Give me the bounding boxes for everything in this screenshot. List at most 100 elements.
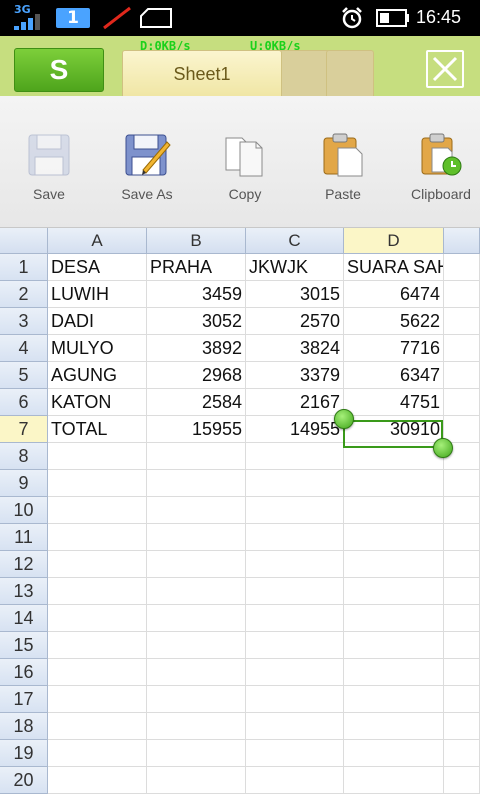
cell[interactable]: LUWIH <box>48 281 147 308</box>
cell[interactable] <box>48 551 147 578</box>
cell[interactable] <box>147 740 246 767</box>
cell[interactable] <box>344 686 444 713</box>
cell[interactable] <box>344 578 444 605</box>
row-header[interactable]: 8 <box>0 443 48 470</box>
cell[interactable]: DADI <box>48 308 147 335</box>
row-header[interactable]: 4 <box>0 335 48 362</box>
cell[interactable] <box>444 713 480 740</box>
row-header[interactable]: 12 <box>0 551 48 578</box>
cell[interactable] <box>48 659 147 686</box>
cell[interactable]: 5622 <box>344 308 444 335</box>
cell[interactable] <box>444 578 480 605</box>
cell[interactable] <box>444 659 480 686</box>
cell[interactable] <box>344 767 444 794</box>
cell[interactable]: 3459 <box>147 281 246 308</box>
cell[interactable]: PRAHA <box>147 254 246 281</box>
cell[interactable] <box>444 389 480 416</box>
cell[interactable] <box>48 443 147 470</box>
row-header[interactable]: 9 <box>0 470 48 497</box>
cell[interactable]: 3892 <box>147 335 246 362</box>
copy-button[interactable]: Copy <box>200 132 290 212</box>
cell[interactable] <box>444 416 480 443</box>
cell[interactable] <box>246 443 344 470</box>
cell[interactable] <box>147 713 246 740</box>
cell[interactable] <box>344 713 444 740</box>
cell[interactable] <box>246 740 344 767</box>
row-header[interactable]: 10 <box>0 497 48 524</box>
selection-start-handle[interactable] <box>334 409 354 429</box>
cell[interactable] <box>48 524 147 551</box>
selection-end-handle[interactable] <box>433 438 453 458</box>
cell[interactable] <box>246 524 344 551</box>
cell[interactable] <box>48 605 147 632</box>
cell[interactable] <box>444 524 480 551</box>
row-header[interactable]: 18 <box>0 713 48 740</box>
cell[interactable] <box>48 767 147 794</box>
column-header-c[interactable]: C <box>246 228 344 254</box>
tab-placeholder[interactable] <box>278 50 330 96</box>
cell[interactable] <box>444 281 480 308</box>
cell[interactable] <box>48 632 147 659</box>
cell[interactable] <box>344 497 444 524</box>
cell[interactable]: 6474 <box>344 281 444 308</box>
cell[interactable] <box>344 740 444 767</box>
cell[interactable]: AGUNG <box>48 362 147 389</box>
cell[interactable] <box>344 659 444 686</box>
cell[interactable] <box>147 767 246 794</box>
cell[interactable] <box>246 767 344 794</box>
cell[interactable] <box>246 713 344 740</box>
cell[interactable] <box>444 470 480 497</box>
cell[interactable] <box>246 686 344 713</box>
cell[interactable] <box>147 659 246 686</box>
cell[interactable]: 15955 <box>147 416 246 443</box>
cell[interactable] <box>147 578 246 605</box>
cell[interactable]: 3052 <box>147 308 246 335</box>
row-header[interactable]: 20 <box>0 767 48 794</box>
cell[interactable]: 3379 <box>246 362 344 389</box>
cell[interactable] <box>444 632 480 659</box>
row-header[interactable]: 2 <box>0 281 48 308</box>
tab-sheet1[interactable]: Sheet1 <box>122 50 282 96</box>
cell[interactable]: MULYO <box>48 335 147 362</box>
row-header[interactable]: 16 <box>0 659 48 686</box>
cell[interactable] <box>444 686 480 713</box>
cell[interactable]: DESA <box>48 254 147 281</box>
row-header[interactable]: 7 <box>0 416 48 443</box>
row-header[interactable]: 15 <box>0 632 48 659</box>
row-header[interactable]: 14 <box>0 605 48 632</box>
cell[interactable] <box>246 632 344 659</box>
clipboard-button[interactable]: Clipboard <box>396 132 480 212</box>
cell[interactable]: 14955 <box>246 416 344 443</box>
row-header[interactable]: 1 <box>0 254 48 281</box>
cell[interactable]: 2968 <box>147 362 246 389</box>
row-header[interactable]: 11 <box>0 524 48 551</box>
cell[interactable] <box>48 713 147 740</box>
cell[interactable] <box>48 686 147 713</box>
cell[interactable] <box>147 443 246 470</box>
spreadsheet-grid[interactable]: A B C D 1 DESA PRAHA JKWJK SUARA SAH 2 LUWIH 3459 30… <box>0 228 480 800</box>
select-all-corner[interactable] <box>0 228 48 254</box>
column-header-b[interactable]: B <box>147 228 246 254</box>
cell[interactable] <box>147 686 246 713</box>
cell[interactable] <box>246 578 344 605</box>
cell[interactable] <box>444 254 480 281</box>
row-header[interactable]: 13 <box>0 578 48 605</box>
cell[interactable]: 4751 <box>344 389 444 416</box>
column-header-a[interactable]: A <box>48 228 147 254</box>
cell[interactable] <box>344 551 444 578</box>
cell[interactable] <box>444 497 480 524</box>
cell[interactable]: 6347 <box>344 362 444 389</box>
cell[interactable] <box>147 470 246 497</box>
cell[interactable] <box>246 605 344 632</box>
row-header[interactable]: 6 <box>0 389 48 416</box>
row-header[interactable]: 5 <box>0 362 48 389</box>
cell[interactable]: SUARA SAH <box>344 254 444 281</box>
cell[interactable] <box>147 497 246 524</box>
row-header[interactable]: 3 <box>0 308 48 335</box>
column-header-partial[interactable] <box>444 228 480 254</box>
cell[interactable] <box>147 551 246 578</box>
cell[interactable] <box>444 767 480 794</box>
cell[interactable] <box>48 578 147 605</box>
column-header-d[interactable]: D <box>344 228 444 254</box>
cell[interactable] <box>147 605 246 632</box>
